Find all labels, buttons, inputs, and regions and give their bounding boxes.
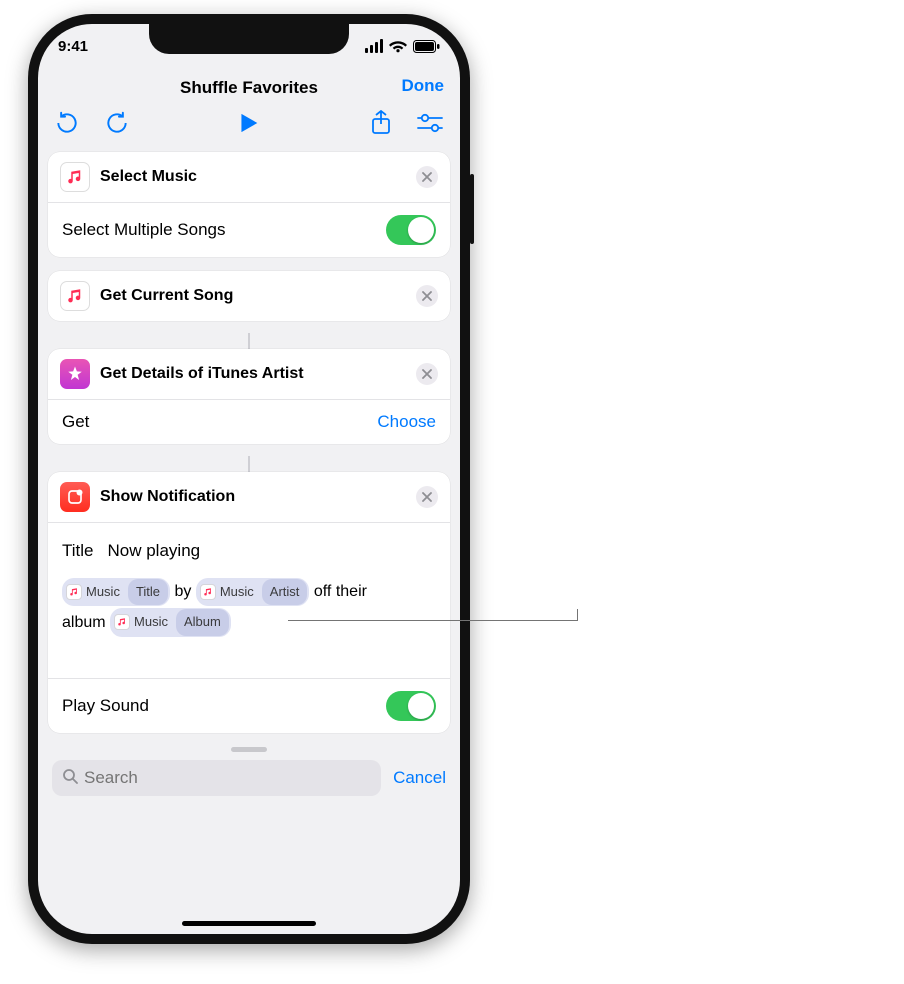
music-app-icon: [60, 162, 90, 192]
action-title: Get Current Song: [100, 287, 406, 305]
screen: 9:41 Shuffle Favorites Done: [38, 24, 460, 934]
action-title: Select Music: [100, 168, 406, 186]
action-get-current-song: Get Current Song: [48, 271, 450, 321]
search-bar: Cancel: [38, 754, 460, 802]
variable-token-music-artist[interactable]: Music Artist: [196, 578, 310, 607]
title-field-label: Title: [62, 535, 94, 567]
notification-body-text[interactable]: Music Title by Music Artist off their al…: [62, 577, 436, 638]
search-icon: [62, 768, 78, 789]
action-show-notification: Show Notification Title Now playing Musi…: [48, 472, 450, 733]
cancel-button[interactable]: Cancel: [393, 768, 446, 788]
delete-action-button[interactable]: [416, 166, 438, 188]
play-sound-row: Play Sound: [48, 678, 450, 733]
select-multiple-switch[interactable]: [386, 215, 436, 245]
itunes-store-icon: [60, 359, 90, 389]
search-input[interactable]: [84, 768, 371, 788]
action-get-details-itunes-artist: Get Details of iTunes Artist Get Choose: [48, 349, 450, 444]
get-param-row[interactable]: Get Choose: [48, 400, 450, 444]
redo-button[interactable]: [104, 110, 130, 136]
settings-button[interactable]: [416, 113, 444, 133]
editor-toolbar: [38, 108, 460, 146]
home-indicator[interactable]: [182, 921, 316, 926]
music-app-icon: [60, 281, 90, 311]
variable-token-music-album[interactable]: Music Album: [110, 608, 231, 637]
notification-icon: [60, 482, 90, 512]
choose-link[interactable]: Choose: [377, 412, 436, 432]
page-title: Shuffle Favorites: [180, 78, 318, 98]
actions-list: Select Music Select Multiple Songs Get C…: [38, 146, 460, 733]
search-field[interactable]: [52, 760, 381, 796]
row-label: Play Sound: [62, 696, 149, 716]
flow-connector: [248, 456, 250, 472]
body-joiner: off their: [314, 583, 367, 600]
notch: [149, 24, 349, 54]
device-frame: 9:41 Shuffle Favorites Done: [28, 14, 470, 944]
notification-body[interactable]: Title Now playing Music Title by Music: [48, 523, 450, 678]
flow-connector: [248, 333, 250, 349]
body-joiner: by: [174, 583, 191, 600]
undo-button[interactable]: [54, 110, 80, 136]
delete-action-button[interactable]: [416, 486, 438, 508]
cellular-signal-icon: [365, 39, 383, 53]
select-multiple-row: Select Multiple Songs: [48, 203, 450, 257]
title-field-value[interactable]: Now playing: [108, 535, 201, 567]
share-button[interactable]: [370, 110, 392, 136]
delete-action-button[interactable]: [416, 285, 438, 307]
wifi-icon: [389, 40, 407, 53]
run-button[interactable]: [240, 112, 260, 134]
delete-action-button[interactable]: [416, 363, 438, 385]
status-time: 9:41: [58, 38, 88, 55]
done-button[interactable]: Done: [402, 76, 445, 96]
row-label: Get: [62, 412, 89, 432]
row-label: Select Multiple Songs: [62, 220, 225, 240]
play-sound-switch[interactable]: [386, 691, 436, 721]
sheet-grabber[interactable]: [231, 747, 267, 752]
body-joiner: album: [62, 614, 106, 631]
variable-token-music-title[interactable]: Music Title: [62, 578, 170, 607]
action-title: Get Details of iTunes Artist: [100, 365, 406, 383]
action-select-music: Select Music Select Multiple Songs: [48, 152, 450, 257]
action-title: Show Notification: [100, 488, 406, 506]
navbar: Shuffle Favorites Done: [38, 68, 460, 108]
battery-icon: [413, 40, 440, 53]
